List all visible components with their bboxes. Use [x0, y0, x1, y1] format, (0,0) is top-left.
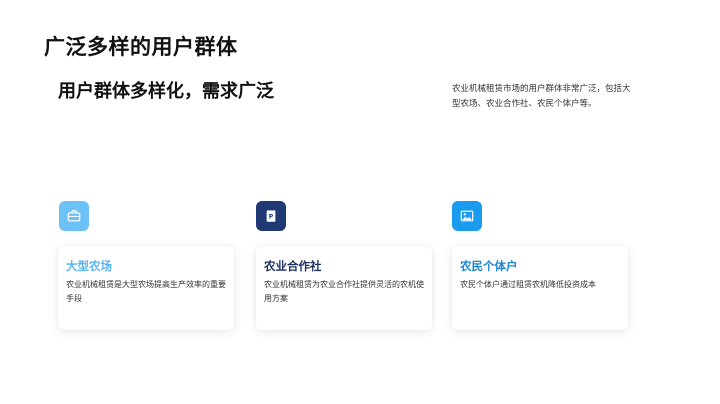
- briefcase-icon: [59, 201, 89, 231]
- card-title: 农业合作社: [264, 259, 322, 273]
- image-icon: [452, 201, 482, 231]
- card-individual-farmer: 农民个体户 农民个体户通过租赁农机降低投资成本: [452, 246, 628, 330]
- card-description: 农业机械租赁是大型农场提高生产效率的重要手段: [66, 280, 226, 303]
- svg-text:P: P: [269, 214, 274, 221]
- parking-document-icon: P: [256, 201, 286, 231]
- section-subtitle: 用户群体多样化，需求广泛: [58, 81, 274, 102]
- card-title: 大型农场: [66, 259, 112, 273]
- card-description: 农民个体户通过租赁农机降低投资成本: [460, 280, 596, 289]
- card-title: 农民个体户: [460, 259, 518, 273]
- card-description: 农业机械租赁为农业合作社提供灵活的农机使用方案: [264, 280, 424, 303]
- intro-paragraph: 农业机械租赁市场的用户群体非常广泛，包括大型农场、农业合作社、农民个体户等。: [452, 84, 631, 109]
- page-title: 广泛多样的用户群体: [44, 35, 238, 59]
- card-large-farm: 大型农场 农业机械租赁是大型农场提高生产效率的重要手段: [58, 246, 234, 330]
- card-cooperative: 农业合作社 农业机械租赁为农业合作社提供灵活的农机使用方案: [256, 246, 432, 330]
